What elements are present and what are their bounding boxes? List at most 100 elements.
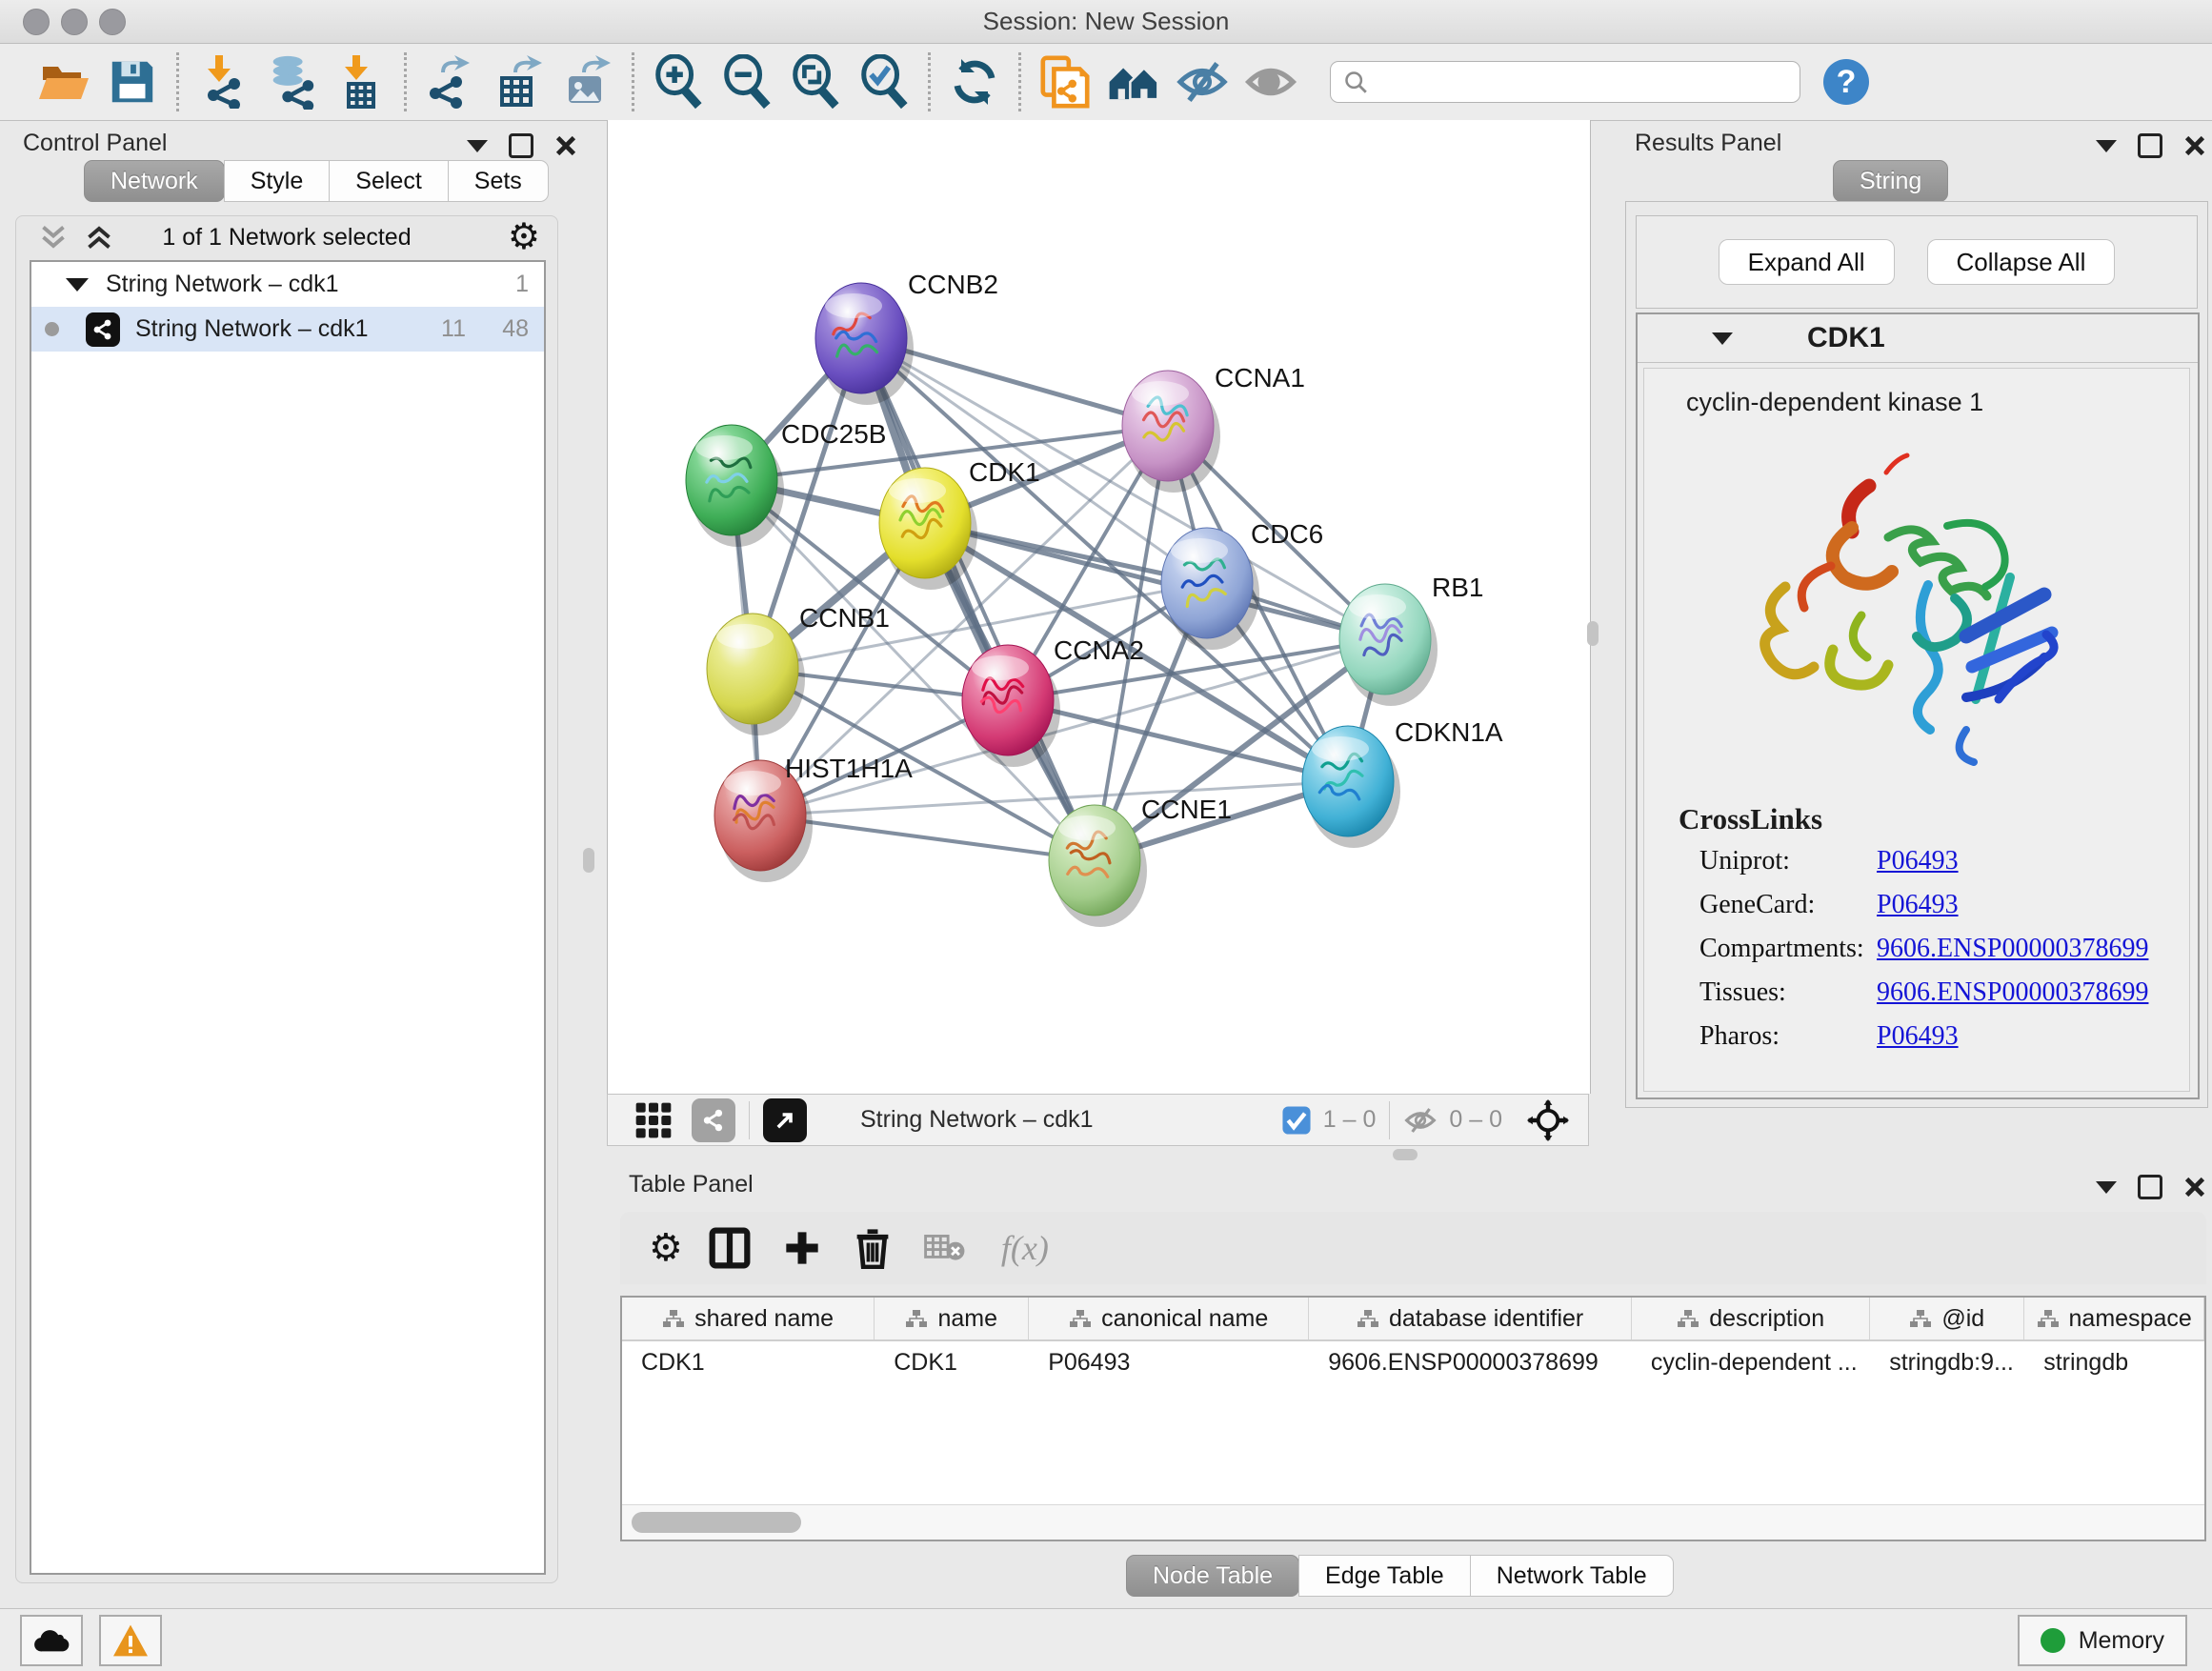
network-node-cdkn1a[interactable]: CDKN1A [1302, 717, 1503, 848]
expand-all-button[interactable]: Expand All [1719, 239, 1895, 285]
refresh-button[interactable] [947, 54, 1002, 110]
create-column-button[interactable] [783, 1229, 821, 1267]
delete-table-button[interactable] [924, 1232, 966, 1264]
import-network-icon [196, 55, 250, 109]
tab-style[interactable]: Style [224, 160, 331, 202]
panel-menu-icon[interactable] [2096, 1181, 2117, 1194]
results-tab-string[interactable]: String [1833, 160, 1947, 202]
column-header-shared-name[interactable]: shared name [622, 1298, 875, 1339]
network-node-cdc6[interactable]: CDC6 [1161, 519, 1323, 650]
crosslink-row: Pharos:P06493 [1699, 1021, 2189, 1056]
search-input[interactable] [1330, 61, 1800, 103]
string-settings-button[interactable] [692, 1098, 735, 1142]
tab-edge-table[interactable]: Edge Table [1298, 1555, 1471, 1597]
export-image-button[interactable] [560, 54, 615, 110]
panel-float-icon[interactable] [509, 133, 533, 158]
left-divider-handle[interactable] [583, 848, 594, 873]
crosslink-link[interactable]: P06493 [1877, 1021, 1959, 1056]
network-node-ccnb1[interactable]: CCNB1 [707, 603, 890, 735]
panel-close-icon[interactable] [554, 134, 577, 157]
table-cell: CDK1 [875, 1341, 1029, 1383]
cloud-status-button[interactable] [20, 1615, 83, 1666]
crosshair-icon[interactable] [1527, 1099, 1569, 1141]
zoom-out-button[interactable] [719, 54, 774, 110]
tab-sets[interactable]: Sets [448, 160, 549, 202]
results-scroll-area[interactable]: CDK1 cyclin-dependent kinase 1 [1636, 312, 2200, 1099]
show-graphics-button[interactable] [1243, 54, 1298, 110]
node-table: shared name name canonical name database id… [620, 1296, 2206, 1541]
node-label-ccnb1: CCNB1 [799, 603, 890, 633]
export-network-button[interactable] [423, 54, 478, 110]
export-table-button[interactable] [492, 54, 547, 110]
network-node-rb1[interactable]: RB1 [1339, 573, 1483, 706]
tab-network-table[interactable]: Network Table [1470, 1555, 1674, 1597]
entry-collapse-icon[interactable] [1712, 332, 1733, 345]
panel-float-icon[interactable] [2138, 133, 2162, 158]
delete-column-button[interactable] [854, 1227, 892, 1269]
network-node-hist1h1a[interactable]: HIST1H1A [714, 754, 913, 882]
panel-close-icon[interactable] [2183, 134, 2206, 157]
network-collection-row[interactable]: String Network – cdk1 1 [31, 262, 544, 307]
network-node-count: 11 [369, 315, 466, 343]
panel-close-icon[interactable] [2183, 1176, 2206, 1198]
column-header--id[interactable]: @id [1870, 1298, 2024, 1339]
help-button[interactable]: ? [1823, 59, 1869, 105]
show-columns-button[interactable] [709, 1227, 751, 1269]
network-node-ccna2[interactable]: CCNA2 [962, 635, 1144, 767]
warnings-button[interactable] [99, 1615, 162, 1666]
string-import-button[interactable] [1037, 54, 1093, 110]
hidden-count: 0 – 0 [1449, 1106, 1502, 1134]
panel-float-icon[interactable] [2138, 1175, 2162, 1199]
collapse-all-button[interactable]: Collapse All [1927, 239, 2116, 285]
column-header-label: name [937, 1305, 997, 1333]
column-header-canonical-name[interactable]: canonical name [1029, 1298, 1309, 1339]
tree-expander-icon[interactable] [66, 278, 89, 292]
zoom-in-button[interactable] [651, 54, 706, 110]
bottom-divider-handle[interactable] [1393, 1149, 1418, 1160]
import-network-button[interactable] [195, 54, 251, 110]
crosslink-link[interactable]: 9606.ENSP00000378699 [1877, 977, 2148, 1012]
network-node-ccnb2[interactable]: CCNB2 [815, 270, 998, 405]
panel-menu-icon[interactable] [2096, 140, 2117, 152]
network-options-gear-icon[interactable]: ⚙ [508, 223, 540, 252]
open-session-button[interactable] [36, 54, 91, 110]
birdseye-grid-icon[interactable] [634, 1101, 673, 1139]
network-node-cdc25b[interactable]: CDC25B [686, 419, 886, 547]
cdk1-entry-header[interactable]: CDK1 [1638, 314, 2198, 363]
crosslink-link[interactable]: 9606.ENSP00000378699 [1877, 934, 2148, 968]
crosslink-link[interactable]: P06493 [1877, 890, 1959, 924]
network-row[interactable]: String Network – cdk1 11 48 [31, 307, 544, 352]
tab-network[interactable]: Network [84, 160, 225, 202]
zoom-selected-button[interactable] [856, 54, 912, 110]
import-table-button[interactable] [332, 54, 388, 110]
node-label-cdk1: CDK1 [969, 457, 1040, 487]
network-node-ccne1[interactable]: CCNE1 [1049, 795, 1232, 927]
import-network-from-database-button[interactable] [264, 54, 319, 110]
column-header-name[interactable]: name [875, 1298, 1029, 1339]
table-row[interactable]: CDK1CDK1P064939606.ENSP00000378699cyclin… [622, 1341, 2204, 1383]
memory-button[interactable]: Memory [2018, 1615, 2187, 1666]
open-in-browser-button[interactable] [763, 1098, 807, 1142]
tab-select[interactable]: Select [329, 160, 448, 202]
column-header-namespace[interactable]: namespace [2024, 1298, 2204, 1339]
right-divider-handle[interactable] [1587, 621, 1599, 646]
hidden-eye-icon[interactable] [1403, 1103, 1438, 1137]
string-results-pane: Expand All Collapse All CDK1 cyclin-depe… [1625, 201, 2208, 1108]
hide-unhide-button[interactable] [1175, 54, 1230, 110]
selected-checkbox-icon[interactable] [1281, 1105, 1312, 1136]
function-builder-button[interactable]: f(x) [1001, 1228, 1049, 1268]
column-header-description[interactable]: description [1632, 1298, 1870, 1339]
crosslink-link[interactable]: P06493 [1877, 846, 1959, 880]
column-header-database-identifier[interactable]: database identifier [1309, 1298, 1632, 1339]
panel-menu-icon[interactable] [467, 140, 488, 152]
scrollbar-thumb[interactable] [632, 1512, 801, 1533]
tab-node-table[interactable]: Node Table [1126, 1555, 1299, 1597]
tab-string[interactable]: String [1833, 160, 1948, 202]
column-header-label: canonical name [1101, 1305, 1268, 1333]
table-options-gear-icon[interactable]: ⚙ [649, 1229, 683, 1267]
network-canvas[interactable]: CCNB2CCNA1CDC25BCDK1CDC6RB1CCNB1CCNA2CDK… [607, 120, 1591, 1094]
save-session-button[interactable] [105, 54, 160, 110]
horizontal-scrollbar[interactable] [622, 1504, 2204, 1540]
home-layouts-button[interactable] [1106, 54, 1161, 110]
zoom-fit-button[interactable] [788, 54, 843, 110]
